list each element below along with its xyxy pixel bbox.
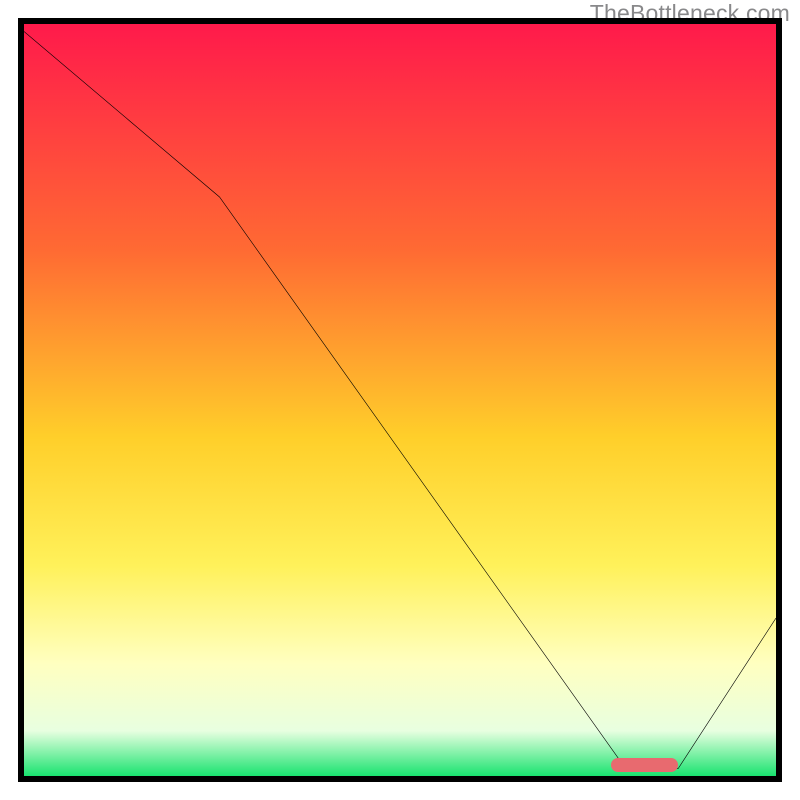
chart-frame xyxy=(18,18,782,782)
heat-gradient-background xyxy=(24,24,776,776)
optimal-range-marker xyxy=(611,758,679,772)
